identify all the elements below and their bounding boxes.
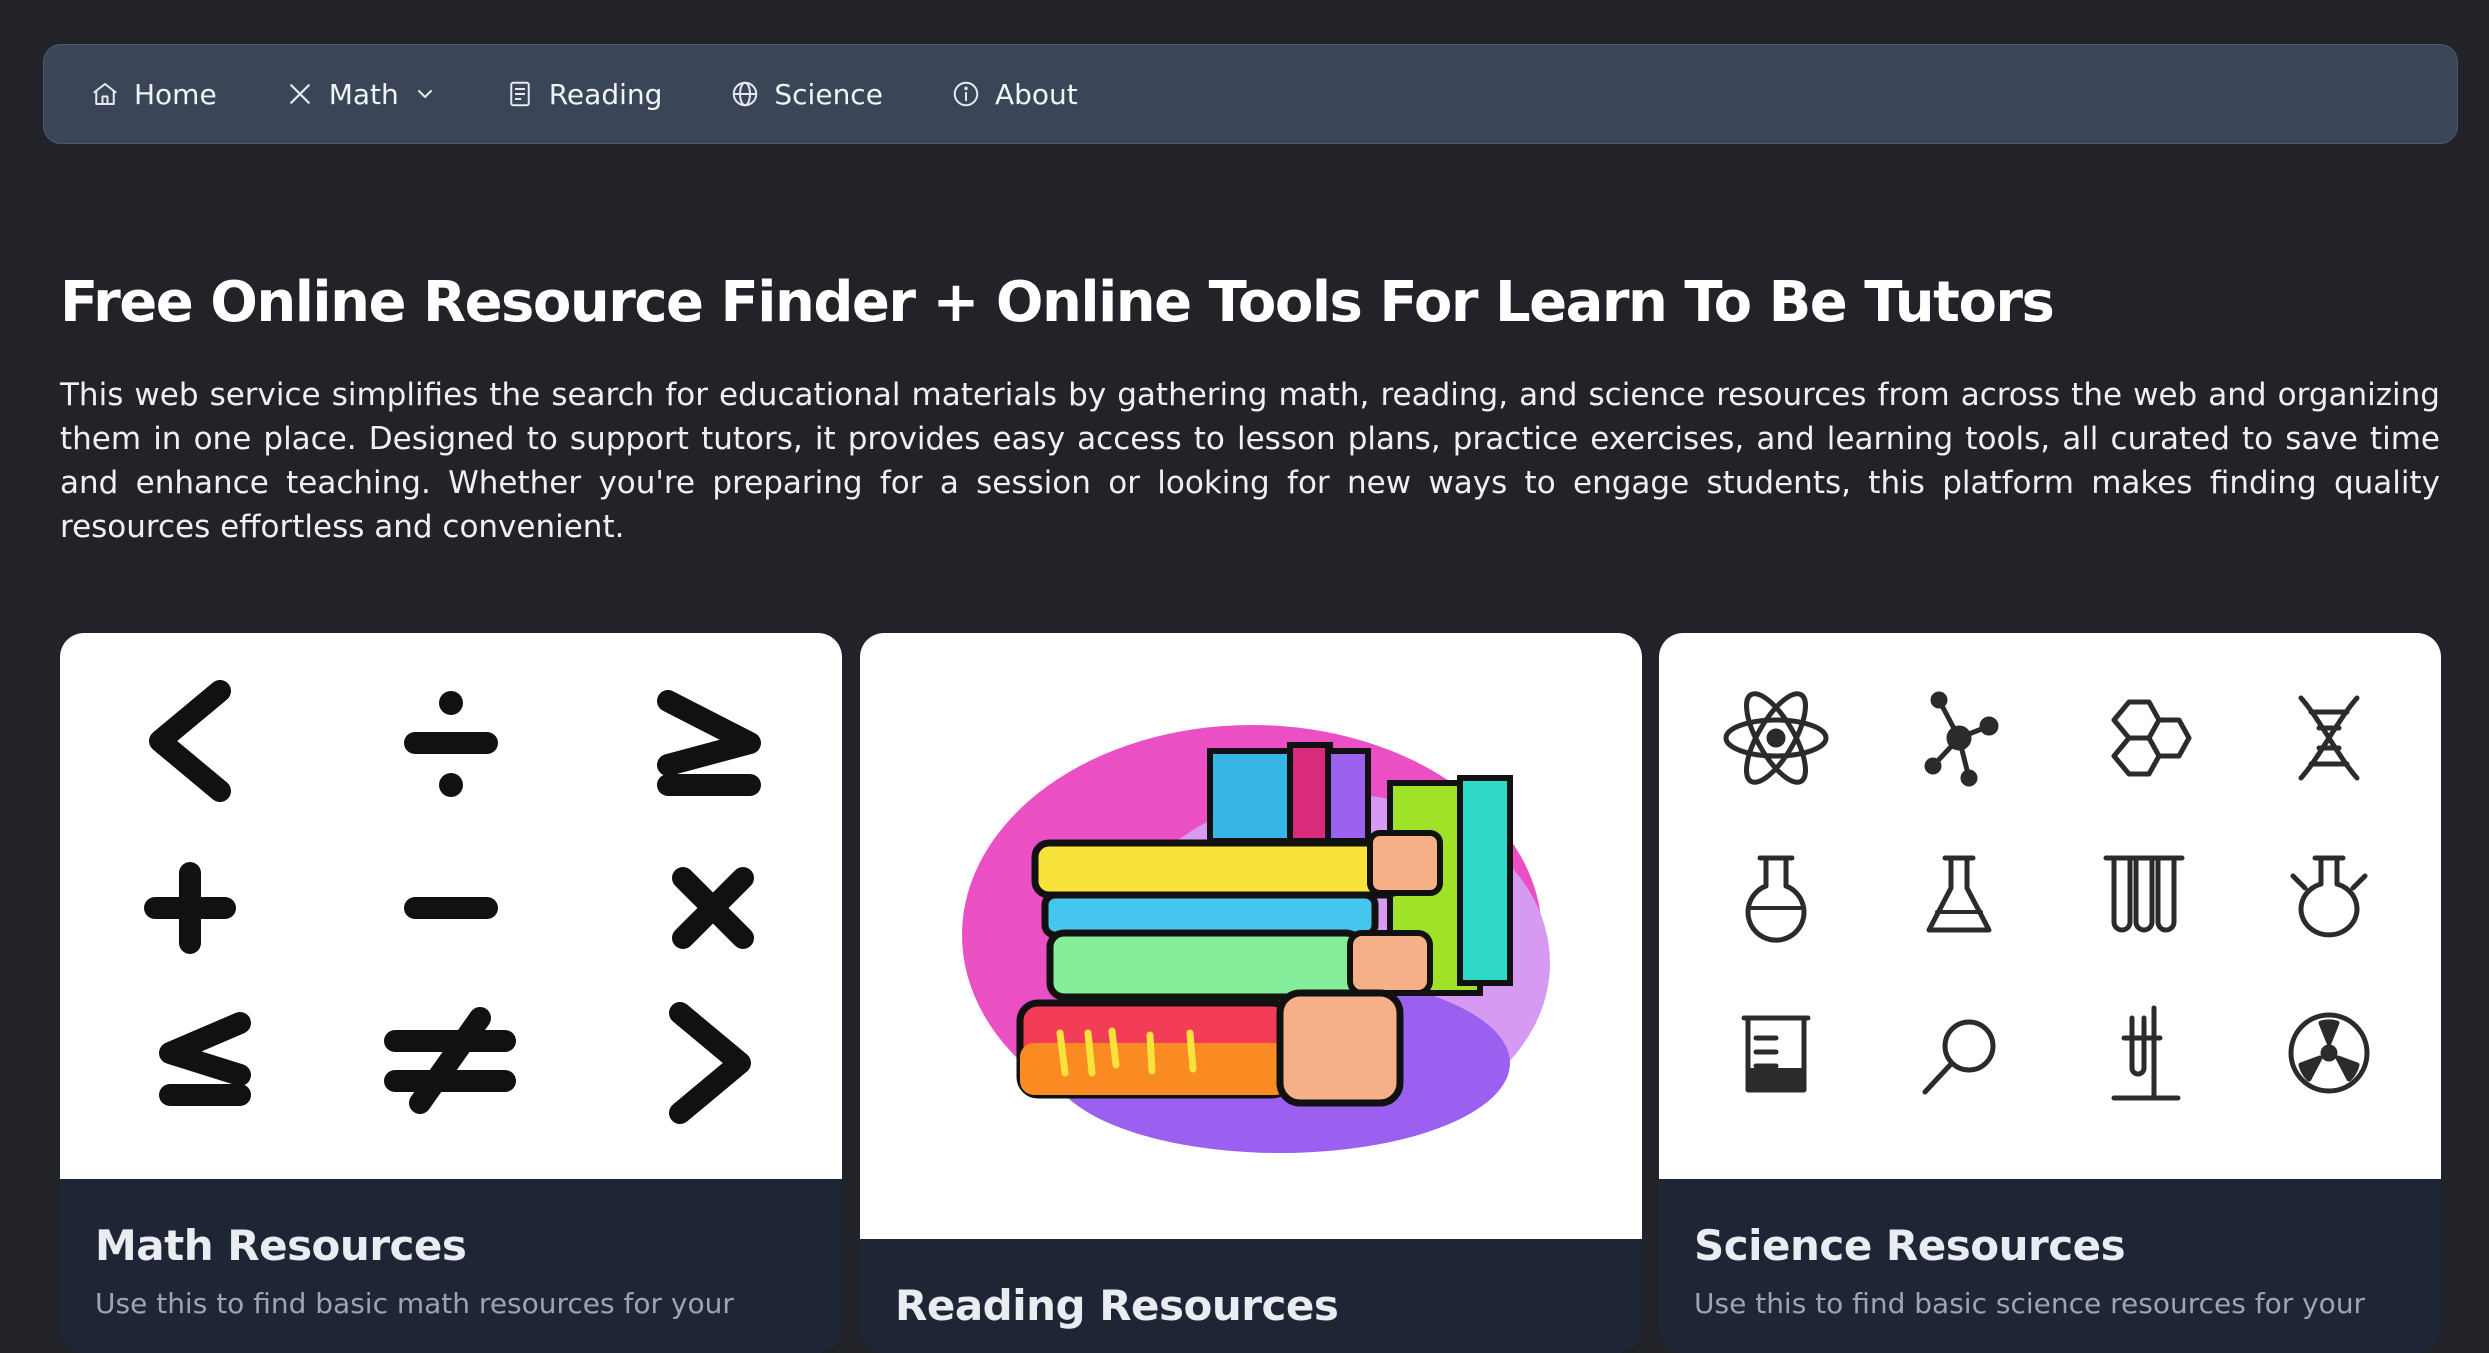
science-resources-card[interactable]: Science Resources Use this to find basic… <box>1659 633 2441 1353</box>
nav-about[interactable]: About <box>951 78 1078 111</box>
nav-home-label: Home <box>134 77 217 111</box>
top-navbar: Home Math Reading Science About <box>43 44 2458 144</box>
nav-about-label: About <box>994 77 1078 111</box>
card-title: Science Resources <box>1694 1221 2126 1270</box>
reading-resources-card[interactable]: Reading Resources <box>860 633 1642 1353</box>
nav-reading[interactable]: Reading <box>505 77 663 111</box>
page-intro: This web service simplifies the search f… <box>60 377 2440 545</box>
card-title: Math Resources <box>95 1221 467 1270</box>
card-description: Use this to find basic math resources fo… <box>95 1287 734 1320</box>
card-description: Use this to find basic science resources… <box>1694 1287 2366 1320</box>
nav-science-label: Science <box>774 77 883 111</box>
science-icons-image <box>1659 633 2441 1179</box>
book-icon <box>505 79 535 109</box>
chevron-down-icon[interactable] <box>413 82 437 106</box>
info-icon <box>951 79 981 109</box>
x-icon <box>285 79 315 109</box>
nav-science[interactable]: Science <box>730 78 883 111</box>
card-title: Reading Resources <box>895 1281 1339 1330</box>
stack-of-books-image <box>860 633 1642 1239</box>
nav-reading-label: Reading <box>548 77 663 111</box>
math-resources-card[interactable]: Math Resources Use this to find basic ma… <box>60 633 842 1353</box>
globe-icon <box>730 79 760 109</box>
page-title: Free Online Resource Finder + Online Too… <box>60 270 2055 335</box>
math-symbols-image <box>60 633 842 1179</box>
nav-math-label: Math <box>328 77 399 111</box>
home-icon <box>90 79 120 109</box>
nav-math[interactable]: Math <box>285 78 437 111</box>
nav-home[interactable]: Home <box>90 78 217 111</box>
